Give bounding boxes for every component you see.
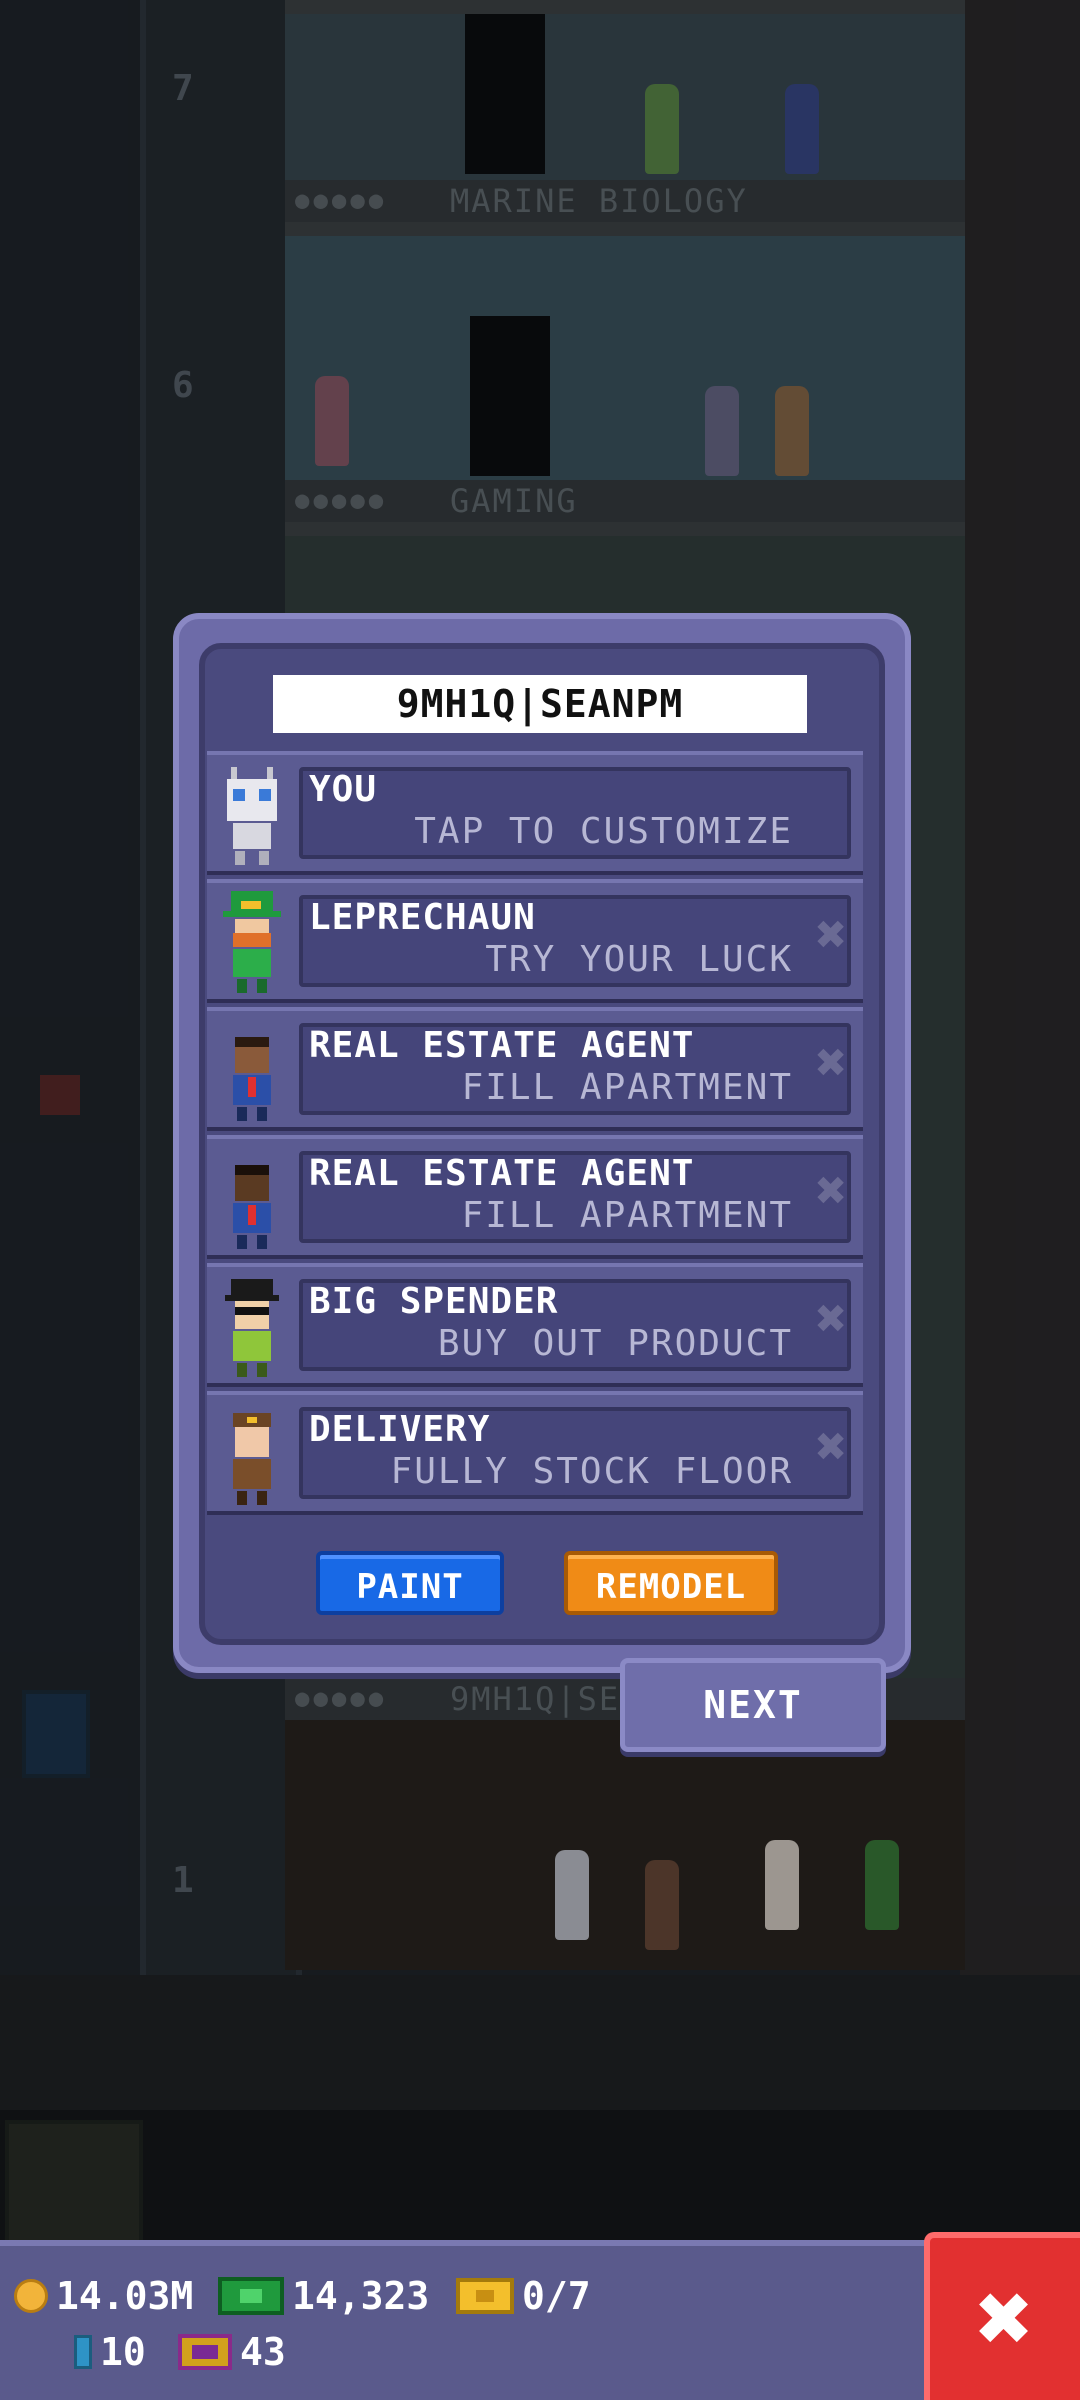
next-button[interactable]: NEXT	[620, 1658, 886, 1752]
list-item-big-spender[interactable]: BIG SPENDER BUY OUT PRODUCT ✖	[207, 1263, 863, 1387]
bux-value: 10	[100, 2330, 146, 2374]
row-subtitle: FULLY STOCK FLOOR	[390, 1451, 793, 1492]
bux-counter[interactable]: 10	[74, 2330, 146, 2374]
agent-avatar-icon	[233, 1037, 271, 1121]
tower-name-field[interactable]: 9MH1Q|SEANPM	[273, 675, 807, 733]
resident	[785, 84, 819, 174]
lobby-floor[interactable]	[285, 1720, 965, 1970]
dismiss-close-icon[interactable]: ✖	[816, 1037, 847, 1089]
vip-ticket-icon	[178, 2334, 232, 2370]
list-item-you[interactable]: YOU TAP TO CUSTOMIZE	[207, 751, 863, 875]
resident	[645, 1860, 679, 1950]
row-title: DELIVERY	[309, 1409, 491, 1450]
tickets-value: 0/7	[522, 2274, 591, 2318]
floor-number: 7	[172, 68, 194, 109]
coin-icon	[14, 2279, 48, 2313]
resident	[645, 84, 679, 174]
row-subtitle: BUY OUT PRODUCT	[437, 1323, 793, 1364]
delivery-avatar-icon	[233, 1413, 271, 1505]
coins-value: 14.03M	[56, 2274, 194, 2318]
ticket-icon	[456, 2278, 514, 2314]
dismiss-close-icon[interactable]: ✖	[816, 1165, 847, 1217]
list-item-real-estate-agent[interactable]: REAL ESTATE AGENT FILL APARTMENT ✖	[207, 1135, 863, 1259]
list-item-delivery[interactable]: DELIVERY FULLY STOCK FLOOR ✖	[207, 1391, 863, 1515]
tower-side-wall	[960, 0, 1080, 1975]
close-button[interactable]: ✖	[924, 2232, 1080, 2400]
row-title: REAL ESTATE AGENT	[309, 1153, 695, 1194]
vip-value: 43	[240, 2330, 286, 2374]
row-title: BIG SPENDER	[309, 1281, 559, 1322]
list-item-leprechaun[interactable]: LEPRECHAUN TRY YOUR LUCK ✖	[207, 879, 863, 1003]
floor-7[interactable]	[285, 0, 965, 184]
dismiss-close-icon[interactable]: ✖	[816, 1293, 847, 1345]
vip-counter[interactable]: 43	[178, 2330, 286, 2374]
cash-value: 14,323	[292, 2274, 430, 2318]
resident	[705, 386, 739, 476]
robot-avatar-icon	[227, 767, 277, 865]
floor-stars: ●●●●●	[295, 1684, 388, 1712]
floor-stars: ●●●●●	[295, 486, 388, 514]
row-subtitle: TAP TO CUSTOMIZE	[414, 811, 793, 852]
floor-label: ●●●●● GAMING	[285, 480, 965, 522]
floor-6[interactable]	[285, 222, 965, 484]
list-item-real-estate-agent[interactable]: REAL ESTATE AGENT FILL APARTMENT ✖	[207, 1007, 863, 1131]
floor-name: GAMING	[450, 482, 578, 520]
resident	[765, 1840, 799, 1930]
floor-stars: ●●●●●	[295, 186, 388, 214]
dismiss-close-icon[interactable]: ✖	[816, 1421, 847, 1473]
dismiss-close-icon[interactable]: ✖	[816, 909, 847, 961]
cash-icon	[218, 2277, 284, 2315]
coins-counter[interactable]: 14.03M	[14, 2274, 193, 2318]
row-subtitle: FILL APARTMENT	[461, 1067, 793, 1108]
agent-avatar-icon	[233, 1165, 271, 1249]
bux-icon	[74, 2335, 92, 2369]
side-decoration	[40, 1075, 80, 1115]
row-title: YOU	[309, 769, 378, 810]
resident	[315, 376, 349, 466]
floor-door	[470, 316, 550, 476]
floor-number: 6	[172, 365, 194, 406]
spender-avatar-icon	[225, 1279, 279, 1377]
row-subtitle: FILL APARTMENT	[461, 1195, 793, 1236]
tickets-counter[interactable]: 0/7	[456, 2274, 591, 2318]
resident	[555, 1850, 589, 1940]
leprechaun-avatar-icon	[223, 891, 281, 993]
resident	[865, 1840, 899, 1930]
floor-door	[465, 14, 545, 174]
resource-bar: 14.03M 14,323 0/7 10 43	[0, 2240, 1080, 2400]
floor-name: MARINE BIOLOGY	[450, 182, 748, 220]
side-menu-button[interactable]	[5, 2120, 143, 2248]
remodel-button[interactable]: REMODEL	[564, 1551, 778, 1615]
cash-counter[interactable]: 14,323	[218, 2274, 429, 2318]
resident	[775, 386, 809, 476]
side-book-icon[interactable]	[22, 1690, 90, 1778]
floor-number: 1	[172, 1860, 194, 1901]
row-title: LEPRECHAUN	[309, 897, 536, 938]
street	[0, 2110, 1080, 2240]
ground	[0, 1975, 1080, 2110]
row-subtitle: TRY YOUR LUCK	[485, 939, 793, 980]
row-title: REAL ESTATE AGENT	[309, 1025, 695, 1066]
floor-label: ●●●●● MARINE BIOLOGY	[285, 180, 965, 222]
paint-button[interactable]: PAINT	[316, 1551, 504, 1615]
